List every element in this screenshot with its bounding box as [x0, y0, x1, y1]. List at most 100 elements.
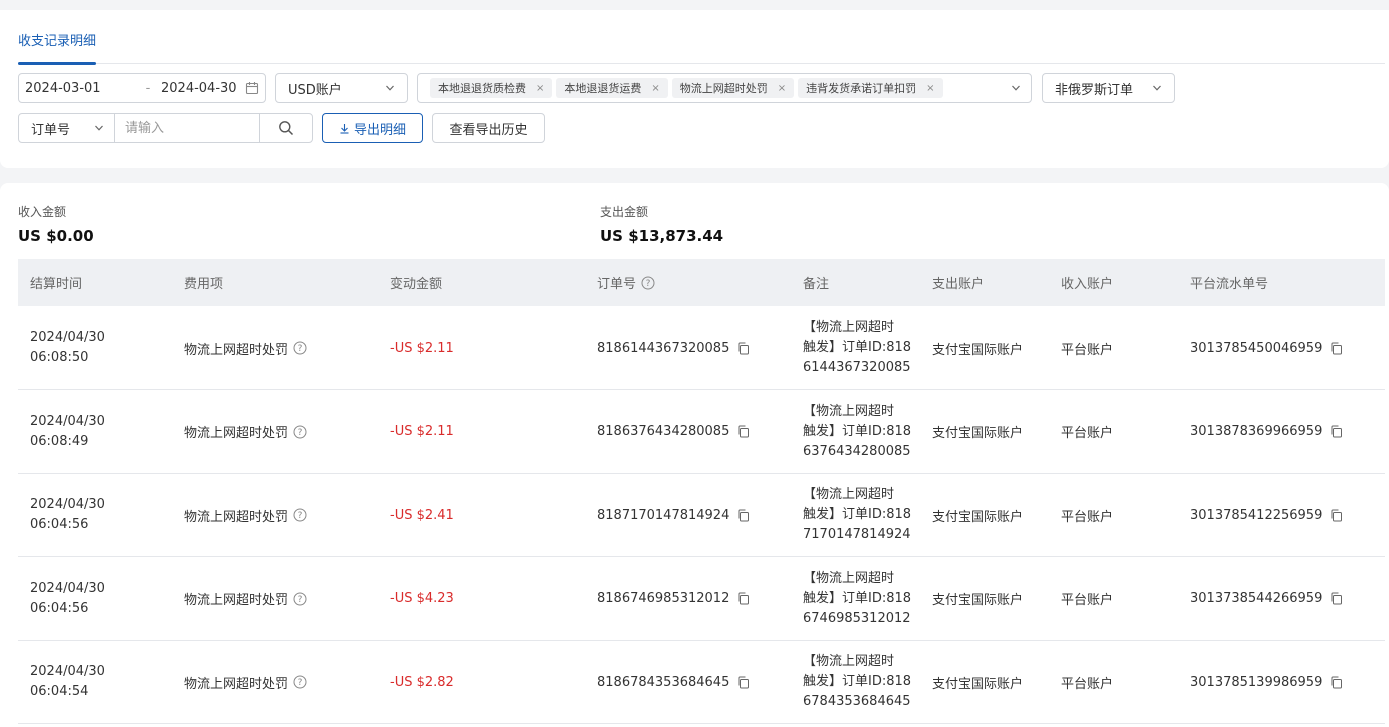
table-row: 2024/04/30 06:04:56 物流上网超时处罚 ? -US $2.41… [18, 473, 1385, 557]
close-icon[interactable]: × [778, 83, 786, 94]
copy-icon[interactable] [1330, 342, 1343, 355]
close-icon[interactable]: × [926, 83, 934, 94]
settle-time-cell: 2024/04/30 06:04:56 [30, 557, 105, 641]
order-no-value: 8186144367320085 [597, 340, 730, 356]
region-select[interactable]: 非俄罗斯订单 [1042, 73, 1175, 103]
out-account-cell: 支付宝国际账户 [932, 676, 1024, 692]
search-type-select[interactable]: 订单号 [19, 114, 115, 142]
remark-line: 【物流上网超时 [803, 320, 895, 335]
svg-text:?: ? [298, 678, 303, 688]
table-row: 2024/04/30 06:08:49 物流上网超时处罚 ? -US $2.11… [18, 390, 1385, 474]
change-amount-cell: -US $2.11 [390, 340, 454, 356]
chevron-down-icon [95, 125, 103, 131]
copy-icon[interactable] [1330, 509, 1343, 522]
in-account-cell: 平台账户 [1061, 676, 1114, 692]
copy-icon[interactable] [737, 676, 750, 689]
fee-tag[interactable]: 违背发货承诺订单扣罚 × [798, 78, 943, 98]
settle-date: 2024/04/30 [30, 664, 105, 679]
fee-item-cell: 物流上网超时处罚 ? [184, 473, 307, 557]
currency-account-select[interactable]: USD账户 [275, 73, 408, 103]
fee-type-multiselect[interactable]: 本地退退货质检费 × 本地退退货运费 × 物流上网超时处罚 × 违背发货承诺订单扣罚 × [417, 73, 1032, 103]
remark-line: 【物流上网超时 [803, 654, 895, 669]
header-fee-item: 费用项 [184, 277, 224, 292]
table-row: 2024/04/30 06:04:54 物流上网超时处罚 ? -US $2.82… [18, 640, 1385, 724]
copy-icon[interactable] [737, 509, 750, 522]
close-icon[interactable]: × [651, 83, 659, 94]
currency-account-value: USD账户 [288, 82, 342, 98]
copy-icon[interactable] [737, 425, 750, 438]
help-icon[interactable]: ? [293, 425, 307, 439]
remark-cell: 【物流上网超时 触发】订单ID:818 6376434280085 [803, 390, 911, 474]
export-history-button[interactable]: 查看导出历史 [432, 113, 545, 143]
order-search-group: 订单号 [18, 113, 313, 143]
table-header: 结算时间 费用项 变动金额 订单号 ? 备注 支出账户 收入账户 平台流水单号 [18, 259, 1385, 306]
remark-line: 触发】订单ID:818 [803, 590, 912, 606]
platform-serial-cell: 3013785412256959 [1190, 473, 1343, 557]
help-icon[interactable]: ? [293, 592, 307, 606]
help-icon[interactable]: ? [293, 508, 307, 522]
remark-line: 6376434280085 [803, 443, 911, 459]
fee-item-cell: 物流上网超时处罚 ? [184, 640, 307, 724]
settle-clock: 06:08:49 [30, 433, 89, 449]
settle-time-cell: 2024/04/30 06:04:54 [30, 640, 105, 724]
copy-icon[interactable] [1330, 425, 1343, 438]
export-button[interactable]: 导出明细 [322, 113, 423, 143]
chevron-down-icon [386, 85, 394, 91]
calendar-icon[interactable] [245, 81, 259, 95]
fee-item-label: 物流上网超时处罚 [184, 676, 289, 692]
header-out-account: 支出账户 [932, 277, 985, 292]
fee-tag[interactable]: 本地退退货质检费 × [430, 78, 553, 98]
order-no-value: 8187170147814924 [597, 507, 730, 523]
header-change-amount: 变动金额 [390, 277, 443, 292]
copy-icon[interactable] [737, 592, 750, 605]
header-remark: 备注 [803, 277, 830, 292]
header-settle-time: 结算时间 [30, 277, 83, 292]
search-button[interactable] [260, 114, 312, 142]
expense-label: 支出金额 [600, 205, 649, 219]
copy-icon[interactable] [1330, 676, 1343, 689]
fee-tag[interactable]: 物流上网超时处罚 × [671, 78, 795, 98]
download-icon [340, 123, 349, 134]
expense-value: US $13,873.44 [600, 227, 724, 245]
settle-time-cell: 2024/04/30 06:04:56 [30, 473, 105, 557]
export-history-label: 查看导出历史 [449, 122, 528, 138]
fee-item-cell: 物流上网超时处罚 ? [184, 557, 307, 641]
platform-serial-cell: 3013738544266959 [1190, 557, 1343, 641]
date-range-picker[interactable]: 2024-03-01 - 2024-04-30 [18, 73, 266, 103]
fee-item-label: 物流上网超时处罚 [184, 593, 289, 608]
help-icon[interactable]: ? [293, 675, 307, 689]
order-no-value: 8186376434280085 [597, 424, 730, 439]
remark-cell: 【物流上网超时 触发】订单ID:818 6746985312012 [803, 557, 911, 641]
region-value: 非俄罗斯订单 [1055, 82, 1134, 98]
date-start[interactable]: 2024-03-01 [25, 81, 135, 96]
settle-time-cell: 2024/04/30 06:08:49 [30, 390, 105, 474]
settle-clock: 06:04:56 [30, 600, 89, 616]
header-platform-serial: 平台流水单号 [1190, 277, 1269, 292]
platform-serial-value: 3013738544266959 [1190, 591, 1323, 606]
fee-tag-list: 本地退退货质检费 × 本地退退货运费 × 物流上网超时处罚 × 违背发货承诺订单扣罚 × [430, 78, 947, 98]
change-amount-cell: -US $2.11 [390, 424, 454, 439]
svg-text:?: ? [646, 279, 651, 289]
chevron-down-icon [1012, 85, 1020, 91]
date-separator: - [145, 80, 151, 96]
remark-cell: 【物流上网超时 触发】订单ID:818 6144367320085 [803, 306, 911, 390]
platform-serial-cell: 3013785450046959 [1190, 306, 1343, 390]
out-account-cell: 支付宝国际账户 [932, 593, 1024, 608]
tab-transaction-details[interactable]: 收支记录明细 [18, 30, 97, 65]
settle-time-cell: 2024/04/30 06:08:50 [30, 306, 105, 390]
in-account-cell: 平台账户 [1061, 509, 1114, 525]
fee-tag[interactable]: 本地退退货运费 × [556, 78, 668, 98]
search-input[interactable] [115, 114, 260, 142]
copy-icon[interactable] [1330, 592, 1343, 605]
order-no-cell: 8187170147814924 [597, 473, 750, 557]
close-icon[interactable]: × [536, 83, 544, 94]
help-icon[interactable]: ? [641, 276, 655, 290]
income-summary: 收入金额 US $0.00 [18, 203, 94, 245]
copy-icon[interactable] [737, 342, 750, 355]
remark-line: 【物流上网超时 [803, 487, 895, 502]
help-icon[interactable]: ? [293, 341, 307, 355]
svg-text:?: ? [298, 511, 303, 521]
order-no-value: 8186784353684645 [597, 674, 730, 690]
tab-bar: 收支记录明细 [18, 30, 1385, 65]
date-end[interactable]: 2024-04-30 [161, 81, 241, 96]
